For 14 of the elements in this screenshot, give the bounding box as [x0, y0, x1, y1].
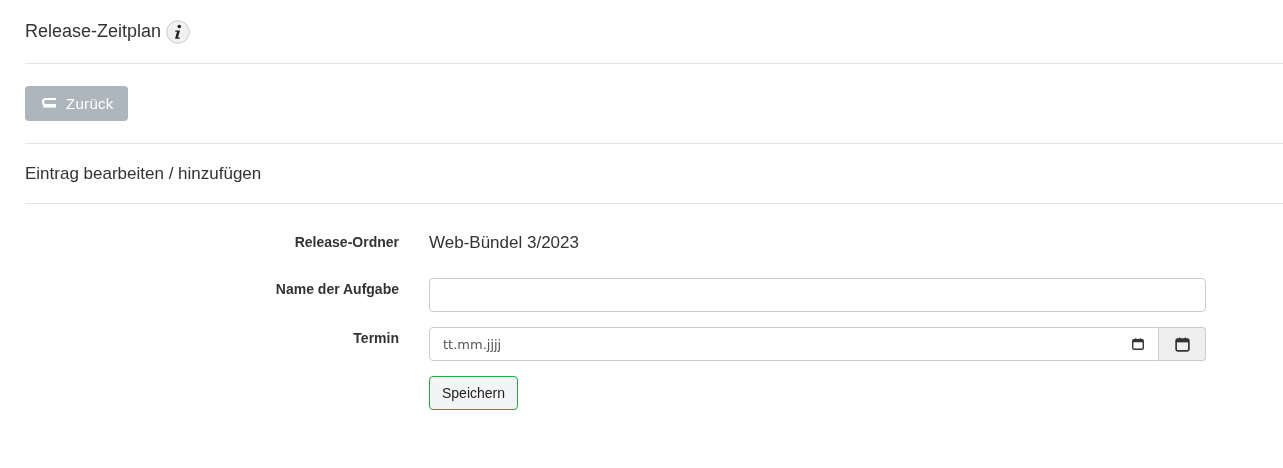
field-label: Name der Aufgabe [274, 280, 399, 299]
info-icon[interactable] [166, 19, 191, 44]
page-title: Release-Zeitplan [25, 21, 162, 42]
task-name-field[interactable] [429, 278, 1206, 312]
calendar-icon[interactable] [1173, 335, 1191, 353]
section-title: Eintrag bearbeiten / hinzufügen [25, 163, 262, 184]
folder-value: Web-Bündel 3/2023 [429, 232, 580, 254]
field-label: Release-Ordner [293, 233, 399, 252]
return-icon [42, 97, 58, 110]
save-button[interactable]: Speichern [429, 376, 519, 410]
calendar-icon[interactable] [1131, 337, 1145, 351]
calendar-button[interactable] [1159, 327, 1206, 361]
field-label: Termin [352, 329, 399, 348]
date-field[interactable]: tt.mm.jjjj [429, 327, 1159, 361]
